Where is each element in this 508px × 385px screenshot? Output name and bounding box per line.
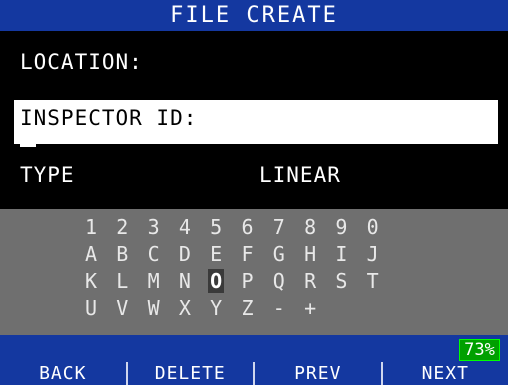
key-t[interactable]: T [361,268,385,294]
keyboard-row: ABCDEFGHIJ [0,241,508,267]
key-e[interactable]: E [204,241,228,267]
device-screen: FILE CREATE LOCATION: INSPECTOR ID: TYPE… [0,0,508,385]
inspector-id-field[interactable]: INSPECTOR ID: [14,100,498,144]
key-g[interactable]: G [267,241,291,267]
back-button[interactable]: BACK [0,362,126,385]
key-r[interactable]: R [298,268,322,294]
key-m[interactable]: M [142,268,166,294]
type-value[interactable]: LINEAR [259,163,341,187]
selected-key-label: O [208,269,225,293]
key-b[interactable]: B [110,241,134,267]
key-f[interactable]: F [236,241,260,267]
key-0[interactable]: 0 [361,214,385,240]
softkey-bar: BACK DELETE PREV NEXT [0,362,508,385]
key-5[interactable]: 5 [204,214,228,240]
keyboard-row: KLMNOPQRST [0,268,508,294]
keyboard-row: U V W X Y Z - + [0,295,508,321]
key-plus[interactable]: + [298,295,322,321]
key-d[interactable]: D [173,241,197,267]
key-3[interactable]: 3 [142,214,166,240]
keyboard-row: 1234567890 [0,214,508,240]
key-6[interactable]: 6 [236,214,260,240]
character-keyboard: 1 2 3 4 5 6 7 8 9 0 A B C D E F G H I J K L M N O P Q R S T U V W X Y Z - + [0,209,508,335]
key-7[interactable]: 7 [267,214,291,240]
next-button[interactable]: NEXT [380,362,508,385]
key-k[interactable]: K [79,268,103,294]
type-label: TYPE [20,163,75,187]
key-y[interactable]: Y [204,295,228,321]
key-n[interactable]: N [173,268,197,294]
key-1[interactable]: 1 [79,214,103,240]
key-4[interactable]: 4 [173,214,197,240]
location-label[interactable]: LOCATION: [20,50,143,74]
key-o[interactable]: O [204,268,228,294]
key-c[interactable]: C [142,241,166,267]
key-9[interactable]: 9 [329,214,353,240]
key-j[interactable]: J [361,241,385,267]
status-bar: 73% [0,335,508,362]
key-x[interactable]: X [173,295,197,321]
page-title: FILE CREATE [0,0,508,31]
key-h[interactable]: H [298,241,322,267]
key-minus[interactable]: - [267,295,291,321]
text-cursor [20,144,36,147]
key-q[interactable]: Q [267,268,291,294]
key-z[interactable]: Z [236,295,260,321]
key-w[interactable]: W [142,295,166,321]
prev-button[interactable]: PREV [253,362,381,385]
key-p[interactable]: P [236,268,260,294]
key-8[interactable]: 8 [298,214,322,240]
key-2[interactable]: 2 [110,214,134,240]
battery-indicator: 73% [459,339,500,361]
inspector-id-label: INSPECTOR ID: [20,106,198,130]
key-s[interactable]: S [329,268,353,294]
key-l[interactable]: L [110,268,134,294]
key-v[interactable]: V [110,295,134,321]
key-u[interactable]: U [79,295,103,321]
key-a[interactable]: A [79,241,103,267]
key-i[interactable]: I [329,241,353,267]
delete-button[interactable]: DELETE [125,362,254,385]
